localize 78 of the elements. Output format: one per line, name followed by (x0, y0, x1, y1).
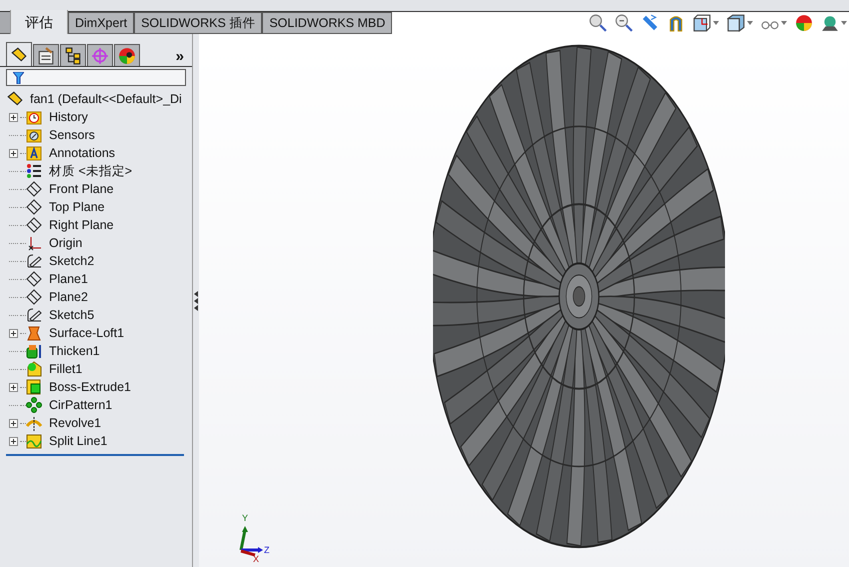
tree-item[interactable]: History (49, 108, 88, 126)
thicken-icon (26, 343, 42, 359)
circular-pattern-icon (26, 397, 42, 413)
scene-icon[interactable] (821, 14, 839, 32)
tree-item[interactable]: Right Plane (49, 216, 114, 234)
filter-field[interactable] (6, 69, 186, 86)
fillet-icon (26, 361, 42, 377)
crosshair-icon (91, 46, 109, 64)
caret-icon[interactable] (747, 21, 753, 25)
appearance-ball-icon[interactable] (795, 14, 813, 32)
tree-item[interactable]: Origin (49, 234, 82, 252)
tree-item[interactable]: Sensors (49, 126, 95, 144)
zoom-fit-icon[interactable] (589, 14, 607, 32)
section-view-icon[interactable] (667, 14, 685, 32)
gauge-folder-icon (26, 127, 42, 143)
caret-icon[interactable] (713, 21, 719, 25)
part-name[interactable]: fan1 (Default<<Default>_Di (30, 90, 182, 108)
tree-item[interactable]: Boss-Extrude1 (49, 378, 131, 396)
z-axis-label: Z (264, 546, 270, 555)
property-sheet-icon (37, 46, 55, 64)
plane-icon (26, 217, 42, 233)
tree-item[interactable]: Top Plane (49, 198, 105, 216)
color-ball-icon (118, 46, 136, 64)
filter-icon (13, 72, 24, 84)
plane-icon (26, 181, 42, 197)
revolve-icon (26, 415, 42, 431)
tree-item[interactable]: Surface-Loft1 (49, 324, 124, 342)
expand-icon[interactable] (8, 112, 18, 122)
expand-icon[interactable] (8, 148, 18, 158)
tree-item[interactable]: Split Line1 (49, 432, 108, 450)
tree-item[interactable]: Plane2 (49, 288, 88, 306)
expand-icon[interactable] (8, 418, 18, 428)
tree-item[interactable]: Sketch5 (49, 306, 94, 324)
tree-item[interactable]: CirPattern1 (49, 396, 112, 414)
sketch-icon (26, 253, 42, 269)
tab-strip-background (0, 12, 10, 34)
ribbon-tab[interactable]: 评估 (10, 10, 68, 34)
ribbon-tab[interactable]: SOLIDWORKS 插件 (134, 12, 262, 34)
origin-icon (26, 235, 42, 251)
tree-item[interactable]: Annotations (49, 144, 116, 162)
caret-icon[interactable] (841, 21, 847, 25)
tree-item[interactable]: Plane1 (49, 270, 88, 288)
tree-item[interactable]: Front Plane (49, 180, 114, 198)
display-style-icon[interactable] (727, 14, 745, 32)
sketch-icon (26, 307, 42, 323)
material-list-icon (26, 163, 42, 179)
collapse-handle-icon[interactable] (194, 290, 198, 312)
tree-item[interactable]: Revolve1 (49, 414, 102, 432)
loft-icon (26, 325, 42, 341)
letter-folder-icon (26, 145, 42, 161)
tree-item[interactable]: 材质 <未指定> (49, 162, 132, 180)
panel-tab[interactable] (114, 44, 140, 66)
tree-item[interactable]: Fillet1 (49, 360, 82, 378)
x-axis-label: X (253, 555, 260, 564)
expand-icon[interactable] (8, 382, 18, 392)
plane-icon (26, 289, 42, 305)
ribbon-tab[interactable]: DimXpert (68, 12, 134, 34)
clock-folder-icon (26, 109, 42, 125)
expand-icon[interactable] (8, 328, 18, 338)
plane-icon (26, 271, 42, 287)
tree-item[interactable]: Thicken1 (49, 342, 100, 360)
view-orientation-icon[interactable] (693, 14, 711, 32)
ribbon-tab[interactable]: SOLIDWORKS MBD (262, 12, 392, 34)
extrude-icon (26, 379, 42, 395)
caret-icon[interactable] (781, 21, 787, 25)
panel-tab[interactable] (6, 42, 32, 66)
panel-tab[interactable] (60, 44, 86, 66)
previous-view-icon[interactable] (641, 14, 659, 32)
more-button[interactable]: » (176, 49, 184, 64)
tree-item[interactable]: Sketch2 (49, 252, 94, 270)
part-icon (10, 46, 28, 64)
zoom-area-icon[interactable] (615, 14, 633, 32)
panel-tab[interactable] (33, 44, 59, 66)
y-axis-label: Y (242, 514, 248, 523)
plane-icon (26, 199, 42, 215)
part-icon (6, 90, 24, 108)
configuration-tree-icon (64, 46, 82, 64)
expand-icon[interactable] (8, 436, 18, 446)
